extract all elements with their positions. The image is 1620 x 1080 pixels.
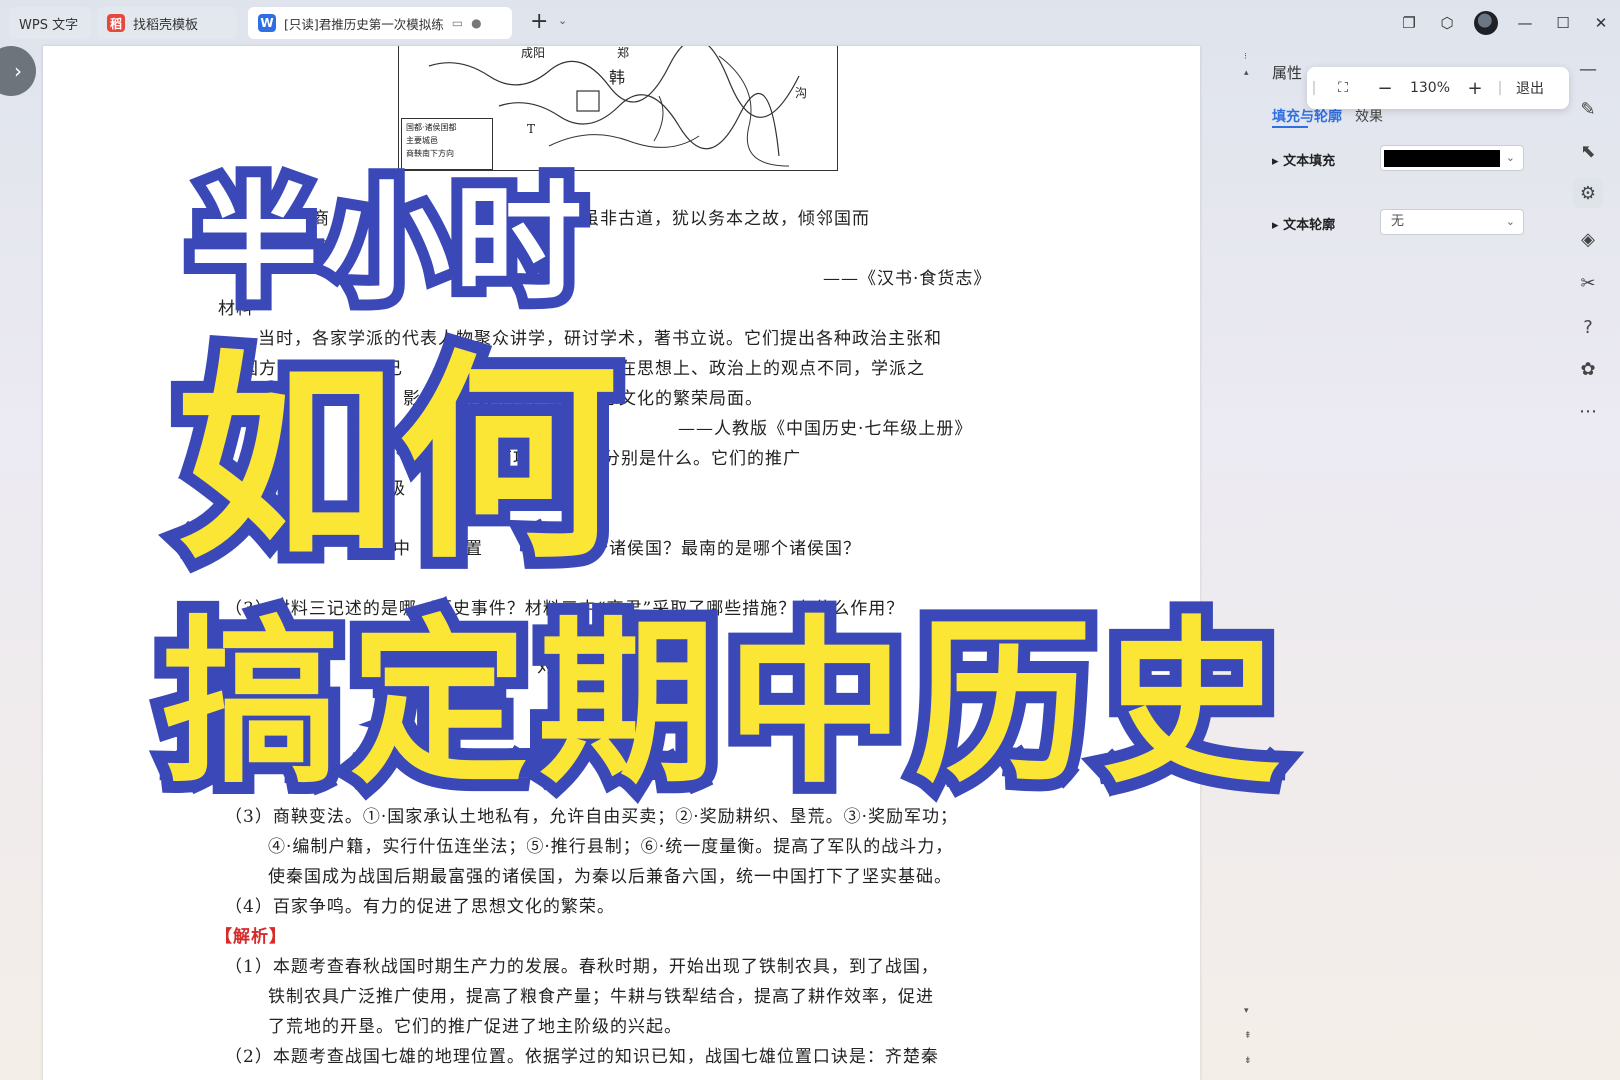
zoom-level[interactable]: 130% — [1405, 80, 1455, 96]
expand-sidebar-button[interactable]: › — [0, 46, 36, 96]
monitor-icon: ▭ — [451, 16, 464, 30]
unsaved-dot-icon[interactable]: ● — [471, 16, 481, 30]
doc-line: ——《汉书·食货志》 — [823, 269, 992, 289]
new-tab-button[interactable]: + — [530, 9, 548, 34]
scroll-handle-icon[interactable]: ⁝ — [1244, 52, 1247, 62]
tab-docer-templates[interactable]: 稻 找稻壳模板 — [97, 7, 237, 39]
toolbar-divider: | — [1497, 80, 1503, 96]
legend-item: 国都·诸侯国都 — [406, 123, 457, 132]
panel-title: 属性 — [1272, 64, 1303, 82]
doc-line: 铁制农具广泛推广使用，提高了粮食产量；牛耕与铁犁结合，提高了耕作效率，促进 — [268, 987, 934, 1007]
docer-icon: 稻 — [107, 14, 125, 32]
tab-fill-outline[interactable]: 填充与轮廓 — [1272, 106, 1342, 126]
chevron-down-icon: ⌄ — [1505, 215, 1515, 228]
scroll-down-icon[interactable]: ▾ — [1244, 1006, 1249, 1016]
copy-window-icon[interactable]: ❐ — [1390, 14, 1428, 32]
title-bar: WPS 文字 稻 找稻壳模板 W [只读]君推历史第一次模拟练 ▭ ● + ⌄ … — [0, 0, 1620, 46]
text-fill-label-text: 文本填充 — [1283, 154, 1336, 169]
tab-document[interactable]: W [只读]君推历史第一次模拟练 ▭ ● — [248, 7, 512, 39]
tools-icon[interactable]: ✂ — [1573, 268, 1603, 298]
help-icon[interactable]: ? — [1573, 312, 1603, 342]
doc-line: （1）本题考查春秋战国时期生产力的发展。春秋时期，开始出现了铁制农具，到了战国， — [225, 957, 939, 977]
chevron-down-icon: ⌄ — [1505, 151, 1515, 164]
cube-icon[interactable]: ⬡ — [1428, 14, 1466, 32]
map-label: 郑 — [617, 46, 630, 60]
minimize-icon[interactable]: — — [1506, 14, 1544, 32]
properties-icon[interactable]: ⚙ — [1573, 178, 1603, 208]
more-icon[interactable]: ⋯ — [1573, 396, 1603, 426]
tab-label: 找稻壳模板 — [133, 17, 199, 33]
window-controls: ❐ ⬡ — ☐ ✕ — [1390, 0, 1620, 46]
tab-wps-writer[interactable]: WPS 文字 — [9, 7, 91, 39]
map-label: 韩 — [609, 68, 626, 87]
select-icon[interactable]: ⬉ — [1573, 136, 1603, 166]
map-label: 沟 — [795, 86, 808, 100]
text-outline-label[interactable]: ▸ 文本轮廓 — [1272, 214, 1335, 233]
tab-label: [只读]君推历史第一次模拟练 — [284, 16, 444, 32]
fit-page-icon[interactable]: ⛶ — [1321, 80, 1365, 96]
prev-page-icon[interactable]: ⇞ — [1244, 1031, 1252, 1041]
pen-icon[interactable]: ✎ — [1573, 94, 1603, 124]
next-page-icon[interactable]: ⇟ — [1244, 1056, 1252, 1066]
map-label: T — [527, 122, 536, 136]
fill-color-swatch — [1384, 150, 1500, 167]
analysis-heading: 【解析】 — [215, 927, 287, 947]
map-legend: 国都·诸侯国都 主要城邑 商鞅南下方向 — [401, 118, 493, 170]
zoom-toolbar: | ⛶ − 130% + | 退出 — [1307, 67, 1569, 109]
tab-effect[interactable]: 效果 — [1355, 106, 1383, 126]
scroll-up-icon[interactable]: ▴ — [1244, 68, 1249, 78]
map-label: 成阳 — [521, 46, 546, 60]
text-outline-select[interactable]: 无 ⌄ — [1380, 209, 1524, 235]
avatar[interactable] — [1474, 11, 1498, 35]
tab-list-dropdown-icon[interactable]: ⌄ — [558, 14, 567, 27]
headline-line-2: 如何 — [164, 332, 630, 588]
word-doc-icon: W — [258, 14, 276, 32]
legend-item: 商鞅南下方向 — [406, 149, 454, 158]
text-outline-label-text: 文本轮廓 — [1283, 218, 1336, 233]
outline-value: 无 — [1391, 214, 1405, 229]
plugin-icon[interactable]: ✿ — [1573, 354, 1603, 384]
doc-line: 使秦国成为战国后期最富强的诸侯国，为秦以后兼备六国，统一中国打下了坚实基础。 — [268, 867, 952, 887]
doc-line: （2）本题考查战国七雄的地理位置。依据学过的知识已知，战国七雄位置口诀是：齐楚秦 — [225, 1047, 939, 1067]
properties-panel: 属性 填充与轮廓 效果 ▸ 文本填充 ⌄ ▸ 文本轮廓 无 ⌄ — [1262, 46, 1560, 1080]
tab-label: WPS 文字 — [19, 17, 79, 33]
minimize-panel-icon[interactable]: — — [1573, 54, 1603, 84]
doc-line: ——人教版《中国历史·七年级上册》 — [678, 419, 973, 439]
active-tab-indicator — [1272, 126, 1308, 128]
text-fill-select[interactable]: ⌄ — [1380, 145, 1524, 171]
headline-line-1: 半小时 — [179, 169, 593, 319]
doc-line: 了荒地的开垦。它们的推广促进了地主阶级的兴起。 — [268, 1017, 682, 1037]
doc-line: ④·编制户籍，实行什伍连坐法；⑤·推行县制；⑥·统一度量衡。提高了军队的战斗力， — [268, 837, 954, 857]
exit-button[interactable]: 退出 — [1505, 78, 1555, 98]
close-icon[interactable]: ✕ — [1582, 14, 1620, 32]
legend-item: 主要城邑 — [406, 136, 438, 145]
chevron-right-icon: › — [14, 59, 22, 83]
maximize-icon[interactable]: ☐ — [1544, 14, 1582, 32]
map-figure: 成阳 郑 韩 沟 T 国都·诸侯国都 主要城邑 商鞅南下方向 — [398, 46, 838, 171]
text-fill-label[interactable]: ▸ 文本填充 — [1272, 150, 1335, 169]
zoom-in-button[interactable]: + — [1455, 78, 1495, 99]
shape-icon[interactable]: ◈ — [1573, 224, 1603, 254]
zoom-out-button[interactable]: − — [1365, 78, 1405, 99]
headline-line-3: 搞定期中历史 — [150, 600, 1292, 807]
toolbar-divider: | — [1311, 80, 1317, 96]
doc-line: （4）百家争鸣。有力的促进了思想文化的繁荣。 — [225, 897, 615, 917]
